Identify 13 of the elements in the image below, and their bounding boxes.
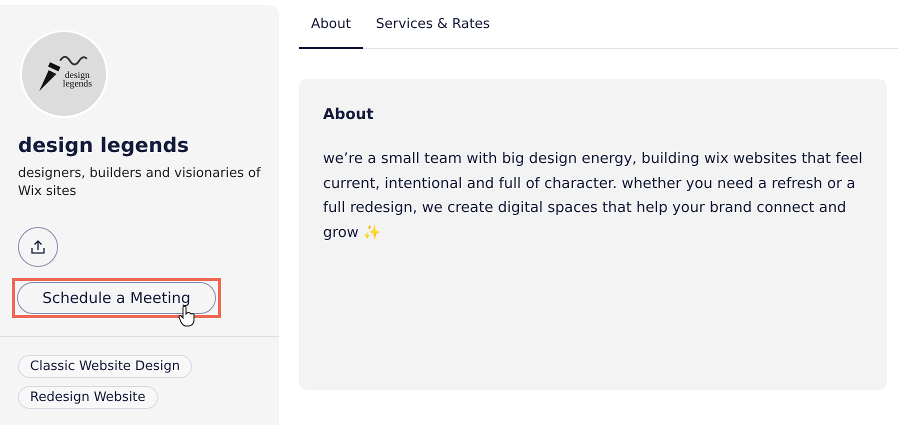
about-text: we’re a small team with big design energy, building wix websites that feel current, intentional and full of character. whether you need a refresh or a full redesign, we create digital spaces that help your brand connect and grow ✨ [323, 150, 863, 242]
card-title: About [323, 105, 375, 123]
profile-name: design legends [18, 133, 190, 157]
logo-avatar: design legends [20, 30, 108, 118]
service-tag: Classic Website Design [18, 355, 192, 378]
share-icon [30, 239, 46, 255]
hand-cursor-icon [178, 305, 196, 327]
share-button[interactable] [18, 227, 58, 267]
service-tag: Redesign Website [18, 386, 158, 409]
tab[interactable]: About [299, 0, 363, 49]
profile-tagline: designers, builders and visionaries of Wix sites [18, 165, 261, 201]
schedule-button[interactable]: Schedule a Meeting [17, 282, 216, 314]
tab[interactable]: Services & Rates [364, 0, 502, 49]
